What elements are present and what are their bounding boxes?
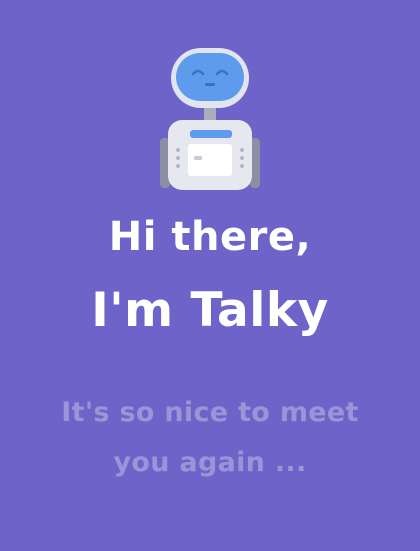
welcome-subtitle-line1: It's so nice to meet <box>61 397 359 428</box>
welcome-subtitle-line2: you again ... <box>113 447 307 478</box>
greeting-title-line1: Hi there, <box>108 214 312 260</box>
welcome-screen: Hi there, I'm Talky It's so nice to meet… <box>0 0 420 551</box>
greeting-title-line2: I'm Talky <box>91 283 329 338</box>
robot-mascot-icon <box>150 46 270 192</box>
